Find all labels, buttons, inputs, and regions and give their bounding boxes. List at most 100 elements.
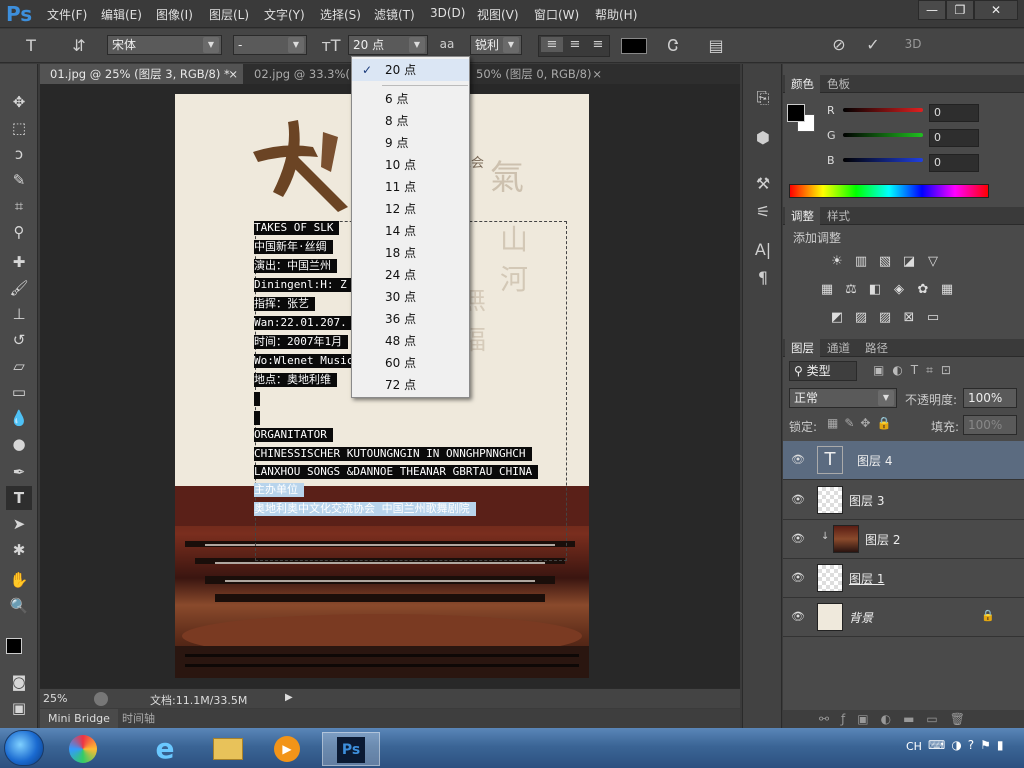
photo-filter-icon[interactable]: ◈ xyxy=(891,282,907,298)
layer-name[interactable]: 背景 xyxy=(849,609,873,626)
history-panel-icon[interactable]: ⎘ xyxy=(752,88,774,108)
layer-row[interactable]: 👁 T 图层 4 xyxy=(783,441,1024,480)
tab-mini-bridge[interactable]: Mini Bridge xyxy=(40,709,118,729)
levels-icon[interactable]: ▥ xyxy=(853,254,869,270)
menu-view[interactable]: 视图(V) xyxy=(477,6,519,23)
fill-field[interactable]: 100% xyxy=(963,415,1017,435)
posterize-icon[interactable]: ▨ xyxy=(853,310,869,326)
tab-01-jpg[interactable]: 01.jpg @ 25% (图层 3, RGB/8) * × xyxy=(40,64,243,84)
menu-filter[interactable]: 滤镜(T) xyxy=(374,6,415,23)
selective-color-icon[interactable]: ▭ xyxy=(925,310,941,326)
minimize-button[interactable]: — xyxy=(918,0,946,20)
tool-presets-icon[interactable]: ⚒ xyxy=(752,174,774,193)
status-menu-arrow-icon[interactable]: ▶ xyxy=(285,692,293,703)
layer-row[interactable]: 👁 ↓ 图层 2 xyxy=(783,520,1024,559)
layer-row[interactable]: 👁 背景 🔒 xyxy=(783,598,1024,637)
photoshop-taskbar-icon[interactable]: Ps xyxy=(322,732,380,766)
text-color-swatch[interactable] xyxy=(621,38,647,54)
close-button[interactable]: ✕ xyxy=(974,0,1018,20)
color-foreground-swatch[interactable] xyxy=(787,104,805,122)
tab-channels[interactable]: 通道 xyxy=(821,339,856,357)
eraser-tool-icon[interactable]: ▱ xyxy=(6,354,32,378)
tab-timeline[interactable]: 时间轴 xyxy=(116,709,161,729)
type-tool-preset-icon[interactable]: T xyxy=(20,36,42,55)
zoom-tool-icon[interactable]: 🔍 xyxy=(6,594,32,618)
marquee-tool-icon[interactable]: ⬚ xyxy=(6,116,32,140)
visibility-eye-icon[interactable]: 👁 xyxy=(791,453,805,466)
channel-b-value[interactable]: 0 xyxy=(929,154,979,172)
font-size-option[interactable]: 8 点 xyxy=(352,110,469,132)
brightness-icon[interactable]: ☀ xyxy=(829,254,845,270)
history-brush-icon[interactable]: ↺ xyxy=(6,328,32,352)
menu-type[interactable]: 文字(Y) xyxy=(264,6,305,23)
crop-tool-icon[interactable]: ⌗ xyxy=(6,194,32,218)
healing-brush-icon[interactable]: ✚ xyxy=(6,250,32,274)
close-icon[interactable]: × xyxy=(592,64,602,84)
hue-saturation-icon[interactable]: ▦ xyxy=(819,282,835,298)
close-icon[interactable]: × xyxy=(228,64,238,84)
clone-stamp-icon[interactable]: ⊥ xyxy=(6,302,32,326)
visibility-eye-icon[interactable]: 👁 xyxy=(791,532,805,545)
file-explorer-icon[interactable] xyxy=(203,732,253,766)
status-info-icon[interactable] xyxy=(94,692,108,706)
type-tool-icon[interactable]: T xyxy=(6,486,32,510)
black-white-icon[interactable]: ◧ xyxy=(867,282,883,298)
threshold-icon[interactable]: ▨ xyxy=(877,310,893,326)
exposure-icon[interactable]: ◪ xyxy=(901,254,917,270)
curves-icon[interactable]: ▧ xyxy=(877,254,893,270)
tab-third-doc[interactable]: 50% (图层 0, RGB/8) × xyxy=(466,64,606,84)
blend-mode-select[interactable]: 正常 ▼ xyxy=(789,388,897,408)
menu-file[interactable]: 文件(F) xyxy=(47,6,87,23)
color-lookup-icon[interactable]: ▦ xyxy=(939,282,955,298)
move-tool-icon[interactable]: ✥ xyxy=(6,90,32,114)
layer-row[interactable]: 👁 图层 3 xyxy=(783,481,1024,520)
3d-panel-icon[interactable]: ⬢ xyxy=(752,128,774,147)
visibility-eye-icon[interactable]: 👁 xyxy=(791,610,805,623)
font-style-select[interactable]: - ▼ xyxy=(233,35,307,55)
font-family-select[interactable]: 宋体 ▼ xyxy=(107,35,222,55)
menu-edit[interactable]: 编辑(E) xyxy=(101,6,142,23)
zoom-level[interactable]: 25% xyxy=(43,692,67,705)
font-size-option[interactable]: 30 点 xyxy=(352,286,469,308)
align-left-icon[interactable]: ≡ xyxy=(541,37,563,52)
gradient-map-icon[interactable]: ⊠ xyxy=(901,310,917,326)
layer-name[interactable]: 图层 2 xyxy=(865,531,900,548)
font-size-option[interactable]: 36 点 xyxy=(352,308,469,330)
channel-g-value[interactable]: 0 xyxy=(929,129,979,147)
font-size-option[interactable]: 72 点 xyxy=(352,374,469,396)
quick-select-tool-icon[interactable]: ✎ xyxy=(6,168,32,192)
layer-row[interactable]: 👁 图层 1 xyxy=(783,559,1024,598)
lock-icons[interactable]: ▦✎✥🔒 xyxy=(827,416,911,432)
windows-start-button[interactable] xyxy=(4,730,44,766)
channel-mixer-icon[interactable]: ✿ xyxy=(915,282,931,298)
lasso-tool-icon[interactable]: ↄ xyxy=(6,142,32,166)
menu-window[interactable]: 窗口(W) xyxy=(534,6,579,23)
tab-paths[interactable]: 路径 xyxy=(859,339,894,357)
character-panel-icon[interactable]: A| xyxy=(752,240,774,259)
font-size-option-selected[interactable]: ✓ 20 点 xyxy=(352,59,469,81)
channel-g-slider[interactable] xyxy=(843,133,923,137)
align-center-icon[interactable]: ≡ xyxy=(564,37,586,52)
dodge-tool-icon[interactable]: ● xyxy=(6,432,32,456)
menu-select[interactable]: 选择(S) xyxy=(320,6,361,23)
media-player-icon[interactable]: ▶ xyxy=(262,732,312,766)
color-spectrum[interactable] xyxy=(789,184,989,198)
layer-filter-icons[interactable]: ▣◐T⌗⊡ xyxy=(873,363,1013,379)
opacity-field[interactable]: 100% xyxy=(963,388,1017,408)
invert-icon[interactable]: ◩ xyxy=(829,310,845,326)
visibility-eye-icon[interactable]: 👁 xyxy=(791,571,805,584)
layer-name[interactable]: 图层 4 xyxy=(857,452,892,469)
channel-r-value[interactable]: 0 xyxy=(929,104,979,122)
gradient-tool-icon[interactable]: ▭ xyxy=(6,380,32,404)
quick-mask-icon[interactable]: ◙ xyxy=(6,670,32,694)
brush-presets-icon[interactable]: ⚟ xyxy=(752,202,774,221)
eyedropper-tool-icon[interactable]: ⚲ xyxy=(6,220,32,244)
foreground-color-swatch[interactable] xyxy=(6,638,22,654)
brush-tool-icon[interactable]: 🖌 xyxy=(6,276,32,300)
tab-adjustments[interactable]: 调整 xyxy=(785,207,820,225)
font-size-select[interactable]: 20 点 ▼ xyxy=(348,35,428,55)
menu-3d[interactable]: 3D(D) xyxy=(430,6,465,20)
tab-swatches[interactable]: 色板 xyxy=(821,75,856,93)
pen-tool-icon[interactable]: ✒ xyxy=(6,460,32,484)
restore-button[interactable]: ❐ xyxy=(946,0,974,20)
